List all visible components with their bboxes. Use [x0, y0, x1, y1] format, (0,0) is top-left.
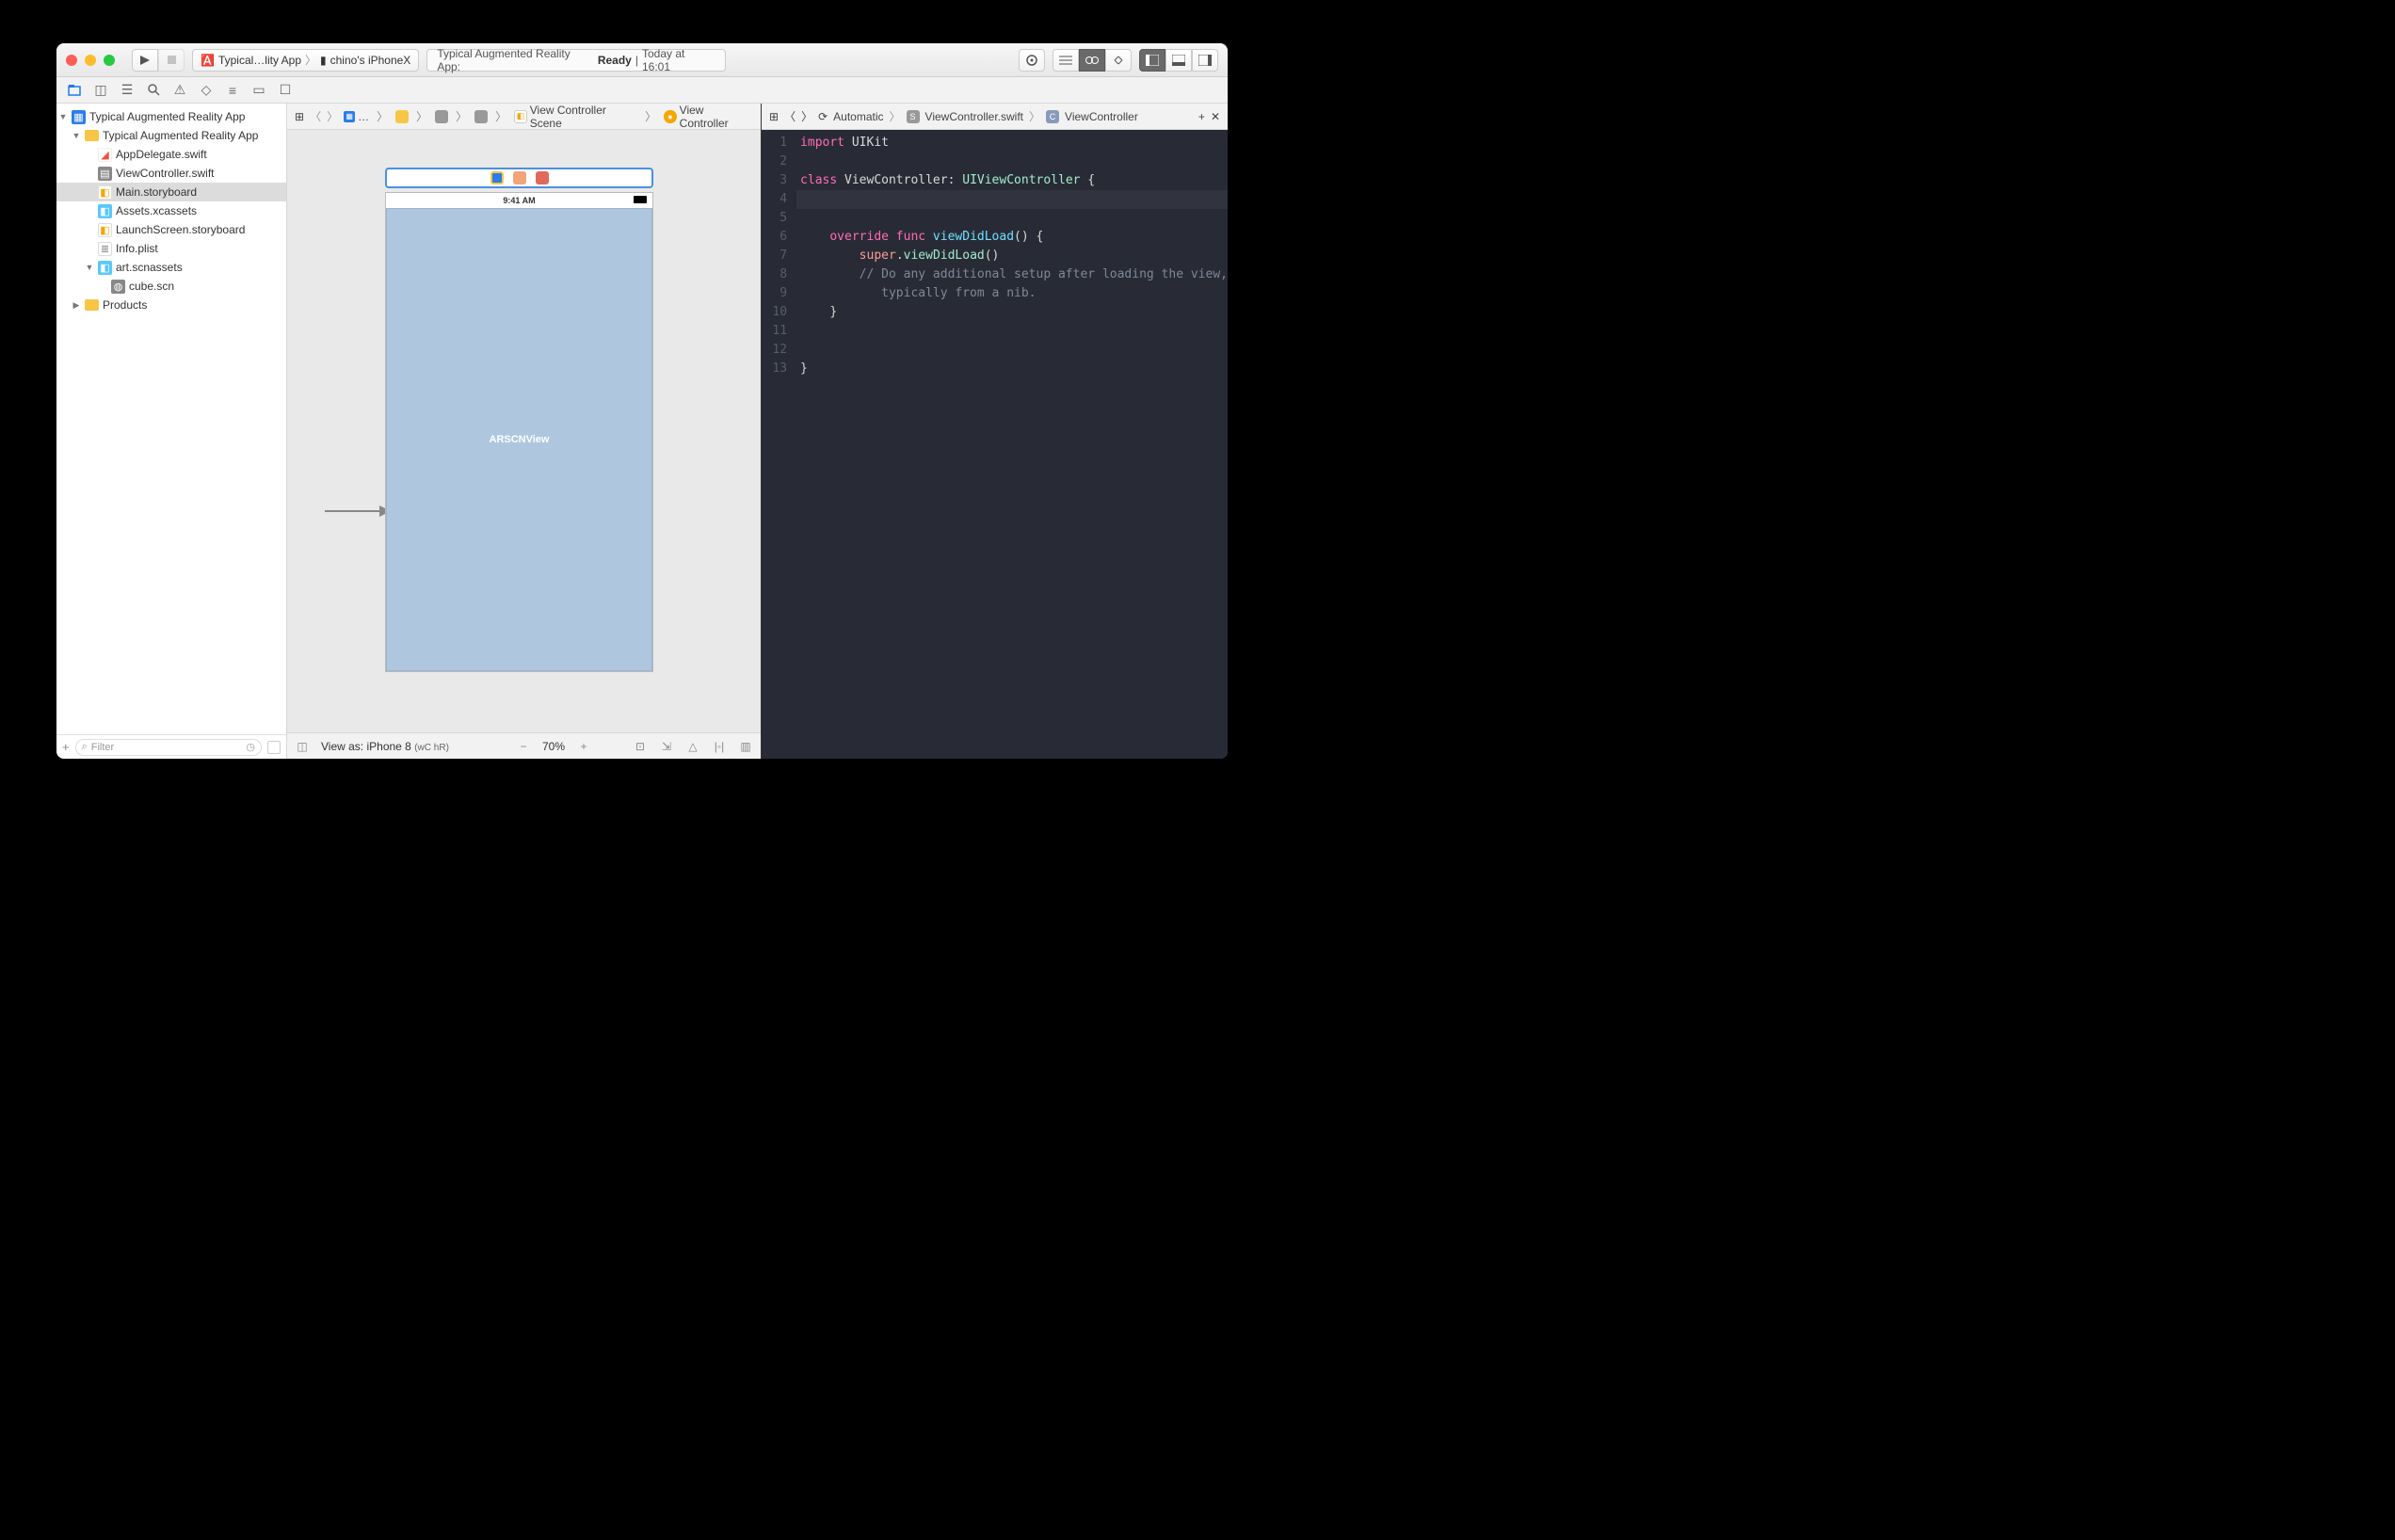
stack-tool-icon[interactable]: ▥ — [738, 740, 753, 753]
navigator-filter-bar: + ⌕ Filter ◷ — [56, 734, 286, 759]
scm-filter-icon[interactable] — [267, 741, 281, 754]
tree-item[interactable]: Assets.xcassets — [116, 204, 197, 217]
ib-footer: ◫ View as: iPhone 8 (wC hR) − 70% + ⊡ ⇲ … — [287, 732, 761, 759]
vc-icon[interactable] — [490, 171, 504, 184]
zoom-in-icon[interactable]: + — [576, 740, 591, 753]
navigator-selector: ◫ ☰ ⚠ ◇ ≡ ▭ ☐ — [56, 77, 1228, 104]
tree-products[interactable]: Products — [103, 298, 147, 312]
tree-group[interactable]: Typical Augmented Reality App — [103, 129, 258, 142]
automatic-icon: ⟳ — [818, 110, 828, 123]
chevron-right-icon: 〉 — [305, 52, 316, 68]
status-bar: 9:41 AM — [386, 193, 652, 208]
related-items-icon[interactable]: ⊞ — [769, 110, 779, 123]
interface-builder: ⊞ 〈 〉 ▦…〉 〉 〉 〉 ◧View Controller Scene〉 … — [287, 104, 762, 759]
resolve-tool-icon[interactable]: △ — [685, 740, 700, 753]
toggle-debug-area[interactable] — [1165, 49, 1192, 72]
device-icon: ▮ — [320, 54, 327, 67]
stop-button[interactable] — [158, 49, 185, 72]
align-tool-icon[interactable]: ⊡ — [633, 740, 648, 753]
exit-icon[interactable] — [536, 171, 549, 184]
issue-navigator-icon[interactable]: ⚠ — [171, 82, 188, 99]
tree-item[interactable]: ViewController.swift — [116, 167, 214, 180]
minimize-window[interactable] — [85, 55, 96, 66]
scheme-selector[interactable]: 🅰️ Typical…lity App 〉 ▮ chino's iPhoneX — [192, 49, 419, 72]
device-preview: 9:41 AM ARSCNView — [385, 192, 653, 672]
activity-status: Ready — [598, 54, 632, 67]
xcode-window: 🅰️ Typical…lity App 〉 ▮ chino's iPhoneX … — [56, 43, 1228, 759]
back-icon[interactable]: 〈 — [784, 108, 796, 124]
status-time: 9:41 AM — [503, 196, 535, 205]
tree-item-selected[interactable]: ◧Main.storyboard — [56, 183, 286, 201]
related-items-icon[interactable]: ⊞ — [295, 110, 304, 123]
forward-icon[interactable]: 〉 — [801, 108, 812, 124]
tree-item[interactable]: cube.scn — [129, 280, 174, 293]
assistant-editor-button[interactable] — [1079, 49, 1105, 72]
outline-toggle-icon[interactable]: ◫ — [295, 740, 310, 753]
clock-icon[interactable]: ◷ — [246, 741, 255, 753]
activity-view: Typical Augmented Reality App: Ready | T… — [426, 49, 725, 72]
pin-tool-icon[interactable]: ⇲ — [659, 740, 674, 753]
test-navigator-icon[interactable]: ◇ — [198, 82, 215, 99]
zoom-level[interactable]: 70% — [542, 740, 565, 753]
zoom-window[interactable] — [104, 55, 115, 66]
scheme-target: Typical…lity App — [218, 54, 301, 67]
tree-item[interactable]: Info.plist — [116, 242, 158, 255]
filter-input[interactable]: ⌕ Filter ◷ — [75, 739, 262, 756]
ib-canvas[interactable]: 9:41 AM ARSCNView — [287, 130, 761, 732]
code-body[interactable]: import UIKit class ViewController: UIVie… — [796, 130, 1228, 759]
scene-frame[interactable]: 9:41 AM ARSCNView — [385, 168, 653, 672]
project-navigator: ▼▦Typical Augmented Reality App ▼Typical… — [56, 104, 287, 759]
source-editor[interactable]: 1 2 3 4 5 6 7 8 9 10 11 12 13 import UIK… — [762, 130, 1228, 759]
initial-vc-arrow-icon — [325, 502, 391, 521]
jump-bar-ib[interactable]: ⊞ 〈 〉 ▦…〉 〉 〉 〉 ◧View Controller Scene〉 … — [287, 104, 761, 130]
window-controls — [66, 55, 115, 66]
project-tree[interactable]: ▼▦Typical Augmented Reality App ▼Typical… — [56, 104, 286, 734]
tree-root[interactable]: Typical Augmented Reality App — [89, 110, 245, 123]
tree-art-group[interactable]: art.scnassets — [116, 261, 183, 274]
tree-item[interactable]: LaunchScreen.storyboard — [116, 223, 245, 236]
back-icon[interactable]: 〈 — [310, 108, 321, 124]
version-editor-button[interactable] — [1105, 49, 1132, 72]
symbol-navigator-icon[interactable]: ☰ — [119, 82, 136, 99]
first-responder-icon[interactable] — [513, 171, 526, 184]
line-gutter: 1 2 3 4 5 6 7 8 9 10 11 12 13 — [762, 130, 796, 759]
project-navigator-icon[interactable] — [66, 82, 83, 99]
close-editor-icon[interactable]: ✕ — [1211, 110, 1220, 123]
embed-tool-icon[interactable]: |◦| — [712, 740, 727, 753]
standard-editor-button[interactable] — [1053, 49, 1079, 72]
filter-placeholder: Filter — [91, 742, 114, 753]
find-navigator-icon[interactable] — [145, 82, 162, 99]
add-editor-icon[interactable]: + — [1198, 110, 1205, 123]
add-icon[interactable]: + — [62, 740, 70, 754]
close-window[interactable] — [66, 55, 77, 66]
assistant-editor: ⊞ 〈 〉 ⟳ Automatic〉 SViewController.swift… — [762, 104, 1228, 759]
zoom-out-icon[interactable]: − — [516, 740, 531, 753]
debug-navigator-icon[interactable]: ≡ — [224, 82, 241, 99]
editor-mode-segment — [1053, 49, 1132, 72]
run-button[interactable] — [132, 49, 158, 72]
source-control-navigator-icon[interactable]: ◫ — [92, 82, 109, 99]
activity-time: Today at 16:01 — [642, 47, 715, 73]
arscnview[interactable]: ARSCNView — [386, 208, 652, 671]
xcode-appicon-icon: 🅰️ — [201, 54, 215, 67]
run-stop-segment — [132, 49, 185, 72]
filter-icon: ⌕ — [82, 741, 88, 753]
library-button[interactable] — [1019, 49, 1045, 72]
activity-sep: | — [635, 54, 638, 67]
jump-bar-editor[interactable]: ⊞ 〈 〉 ⟳ Automatic〉 SViewController.swift… — [762, 104, 1228, 130]
battery-icon — [634, 196, 647, 203]
toggle-utilities[interactable] — [1192, 49, 1218, 72]
scene-dock[interactable] — [385, 168, 653, 188]
toolbar: 🅰️ Typical…lity App 〉 ▮ chino's iPhoneX … — [56, 43, 1228, 77]
scheme-device: chino's iPhoneX — [330, 54, 411, 67]
activity-prefix: Typical Augmented Reality App: — [437, 47, 594, 73]
forward-icon[interactable]: 〉 — [327, 108, 338, 124]
tree-item[interactable]: AppDelegate.swift — [116, 148, 207, 161]
report-navigator-icon[interactable]: ☐ — [277, 82, 294, 99]
panel-toggles — [1139, 49, 1218, 72]
breakpoint-navigator-icon[interactable]: ▭ — [250, 82, 267, 99]
toggle-navigator[interactable] — [1139, 49, 1165, 72]
